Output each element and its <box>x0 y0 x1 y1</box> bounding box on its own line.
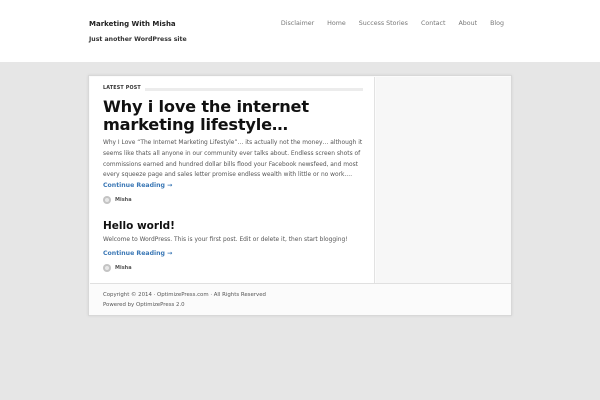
read-more-link[interactable]: Continue Reading → <box>103 182 172 189</box>
main-nav: Disclaimer Home Success Stories Contact … <box>268 20 504 27</box>
sidebar <box>376 77 511 283</box>
author-avatar-icon <box>103 196 111 204</box>
site-title[interactable]: Marketing With Misha <box>89 20 176 28</box>
post-author: Misha <box>103 196 132 204</box>
post-title[interactable]: Hello world! <box>103 220 175 232</box>
post-excerpt: Welcome to WordPress. This is your first… <box>103 237 348 243</box>
site-footer: Copyright © 2014 · OptimizePress.com · A… <box>90 283 511 315</box>
site-header: Marketing With Misha Just another WordPr… <box>0 0 600 62</box>
site-tagline: Just another WordPress site <box>89 36 187 43</box>
section-divider <box>143 88 363 91</box>
section-label: LATEST POST <box>103 86 145 91</box>
nav-item-success-stories[interactable]: Success Stories <box>359 20 408 27</box>
author-name[interactable]: Misha <box>115 197 132 203</box>
main-content: LATEST POST Why i love the internet mark… <box>90 77 375 283</box>
post-author: Misha <box>103 264 132 272</box>
nav-item-contact[interactable]: Contact <box>421 20 446 27</box>
post-title[interactable]: Why i love the internet marketing lifest… <box>103 98 365 134</box>
content-wrapper: LATEST POST Why i love the internet mark… <box>88 75 512 316</box>
footer-copyright: Copyright © 2014 · OptimizePress.com · A… <box>103 292 266 298</box>
author-avatar-icon <box>103 264 111 272</box>
footer-powered-by: Powered by OptimizePress 2.0 <box>103 302 185 308</box>
nav-item-home[interactable]: Home <box>327 20 346 27</box>
nav-item-blog[interactable]: Blog <box>490 20 504 27</box>
author-name[interactable]: Misha <box>115 265 132 271</box>
section-header: LATEST POST <box>103 86 363 93</box>
nav-item-about[interactable]: About <box>458 20 477 27</box>
nav-item-disclaimer[interactable]: Disclaimer <box>281 20 314 27</box>
read-more-link[interactable]: Continue Reading → <box>103 250 172 257</box>
post-excerpt: Why I Love “The Internet Marketing Lifes… <box>103 140 363 179</box>
